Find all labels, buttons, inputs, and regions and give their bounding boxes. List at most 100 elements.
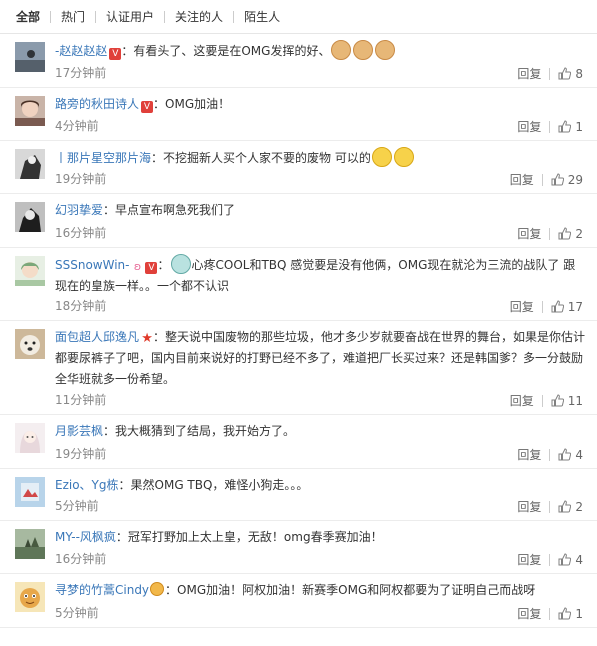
- comment-username[interactable]: 路旁的秋田诗人: [55, 97, 139, 111]
- smile-emoji-icon: [393, 147, 414, 167]
- comment-time: 17分钟前: [55, 66, 107, 80]
- vip-badge-icon[interactable]: V: [145, 262, 158, 274]
- comment-filter-tabs: 全部 热门 认证用户 关注的人 陌生人: [0, 0, 597, 34]
- reply-button[interactable]: 回复: [517, 498, 541, 515]
- load-more-text: …: [292, 639, 305, 646]
- like-button[interactable]: 17: [551, 300, 583, 314]
- comment-time: 19分钟前: [55, 172, 107, 186]
- tab-strangers[interactable]: 陌生人: [234, 10, 290, 24]
- action-divider: [549, 500, 551, 513]
- action-divider: [541, 394, 543, 407]
- comment-item: 丨那片星空那片海：不挖掘新人买个人家不要的废物 可以的 19分钟前 回复 29: [0, 141, 597, 194]
- comment-actions: 回复 4: [517, 551, 583, 568]
- tab-following[interactable]: 关注的人: [165, 10, 233, 24]
- avatar[interactable]: [15, 477, 45, 507]
- like-button[interactable]: 29: [551, 173, 583, 187]
- like-button[interactable]: 1: [558, 120, 583, 134]
- reply-button[interactable]: 回复: [517, 551, 541, 568]
- comment-actions: 回复 1: [517, 118, 583, 135]
- comment-text: ：早点宣布啊急死我们了: [103, 203, 236, 217]
- comment-actions: 回复 8: [517, 65, 583, 82]
- reply-button[interactable]: 回复: [517, 225, 541, 242]
- reply-button[interactable]: 回复: [517, 118, 541, 135]
- like-button[interactable]: 2: [558, 227, 583, 241]
- avatar[interactable]: [15, 256, 45, 286]
- comment-time: 16分钟前: [55, 226, 107, 240]
- comment-username[interactable]: 幻羽挚爱: [55, 203, 103, 217]
- avatar[interactable]: [15, 149, 45, 179]
- comment-actions: 回复 2: [517, 225, 583, 242]
- comment-username[interactable]: -赵赵赵赵: [55, 44, 107, 58]
- comment-actions: 回复 1: [517, 605, 583, 622]
- comment-item: -赵赵赵赵 V ：有看头了、这要是在OMG发挥的好、 17分钟前 回复 8: [0, 34, 597, 88]
- like-button[interactable]: 4: [558, 553, 583, 567]
- comment-item: MY--风枫疯：冠军打野加上太上皇，无敌！omg春季赛加油！ 16分钟前 回复 …: [0, 521, 597, 574]
- emoji-badge-icon: [150, 582, 165, 596]
- comment-time: 5分钟前: [55, 499, 99, 513]
- load-more-link[interactable]: …: [0, 638, 597, 646]
- reply-button[interactable]: 回复: [517, 446, 541, 463]
- comment-time: 19分钟前: [55, 447, 107, 461]
- comment-time: 5分钟前: [55, 606, 99, 620]
- star-badge-icon[interactable]: ★: [141, 332, 153, 345]
- like-button[interactable]: 2: [558, 500, 583, 514]
- vip-badge-icon[interactable]: V: [141, 101, 154, 113]
- avatar[interactable]: [15, 202, 45, 232]
- action-divider: [541, 173, 543, 186]
- avatar[interactable]: [15, 42, 45, 72]
- like-button[interactable]: 11: [551, 394, 583, 408]
- reply-button[interactable]: 回复: [510, 171, 534, 188]
- reply-button[interactable]: 回复: [517, 605, 541, 622]
- thumbs-up-icon: [558, 500, 572, 513]
- tab-hot[interactable]: 热门: [51, 10, 95, 24]
- comment-item: SSSnowWin-ʚ V：心疼COOL和TBQ 感觉要是没有他俩，OMG现在就沦…: [0, 248, 597, 321]
- comment-actions: 回复 4: [517, 446, 583, 463]
- thumbs-up-icon: [558, 553, 572, 566]
- comment-text: ：OMG加油！: [153, 97, 231, 111]
- comment-username[interactable]: 寻梦的竹蒿Cindy: [55, 583, 149, 597]
- comment-item: 月影芸枫：我大概猜到了结局，我开始方了。 19分钟前 回复 4: [0, 415, 597, 469]
- avatar[interactable]: [15, 423, 45, 453]
- butterfly-badge-icon[interactable]: ʚ: [131, 261, 143, 273]
- comment-item: 面包超人邱逸凡 ★：整天说中国废物的那些垃圾，他才多少岁就要奋战在世界的舞台，如果…: [0, 321, 597, 415]
- like-count: 2: [575, 226, 583, 241]
- comment-item: Ezio、Yg栋：果然OMG TBQ，难怪小狗走。。。 5分钟前 回复 2: [0, 469, 597, 521]
- comment-actions: 回复 11: [510, 392, 583, 409]
- comment-username[interactable]: 丨那片星空那片海: [55, 151, 151, 165]
- comment-text: ：不挖掘新人买个人家不要的废物 可以的: [151, 151, 371, 165]
- comment-item: 路旁的秋田诗人 V ：OMG加油！ 4分钟前 回复 1: [0, 88, 597, 141]
- reply-button[interactable]: 回复: [510, 298, 534, 315]
- like-button[interactable]: 1: [558, 607, 583, 621]
- reply-button[interactable]: 回复: [517, 65, 541, 82]
- thumbs-up-icon: [558, 67, 572, 80]
- comment-username[interactable]: 月影芸枫: [55, 424, 103, 438]
- comment-username[interactable]: 面包超人邱逸凡: [55, 330, 139, 344]
- avatar[interactable]: [15, 582, 45, 612]
- comment-username[interactable]: SSSnowWin-: [55, 258, 129, 272]
- avatar[interactable]: [15, 529, 45, 559]
- action-divider: [549, 67, 551, 80]
- like-button[interactable]: 8: [558, 67, 583, 81]
- reply-button[interactable]: 回复: [510, 392, 534, 409]
- comment-username[interactable]: Ezio、Yg栋: [55, 478, 119, 492]
- comment-username[interactable]: MY--风枫疯: [55, 530, 116, 544]
- dog-emoji-icon: [375, 40, 396, 60]
- mask-emoji-icon: [170, 254, 191, 274]
- tab-verified-users[interactable]: 认证用户: [96, 10, 164, 24]
- comment-time: 4分钟前: [55, 119, 99, 133]
- vip-badge-icon[interactable]: V: [109, 48, 122, 60]
- like-button[interactable]: 4: [558, 448, 583, 462]
- comment-text: ：我大概猜到了结局，我开始方了。: [103, 424, 296, 438]
- avatar[interactable]: [15, 329, 45, 359]
- avatar[interactable]: [15, 96, 45, 126]
- smile-emoji-icon: [371, 147, 392, 167]
- comment-time: 11分钟前: [55, 393, 107, 407]
- dog-emoji-icon: [353, 40, 374, 60]
- comment-time: 16分钟前: [55, 552, 107, 566]
- tab-all[interactable]: 全部: [16, 10, 50, 24]
- comment-text: ：有看头了、这要是在OMG发挥的好、: [121, 44, 331, 58]
- comment-list: -赵赵赵赵 V ：有看头了、这要是在OMG发挥的好、 17分钟前 回复 8 路旁的秋…: [0, 34, 597, 628]
- like-count: 8: [575, 66, 583, 81]
- comment-item: 幻羽挚爱：早点宣布啊急死我们了 16分钟前 回复 2: [0, 194, 597, 248]
- like-count: 17: [567, 299, 583, 314]
